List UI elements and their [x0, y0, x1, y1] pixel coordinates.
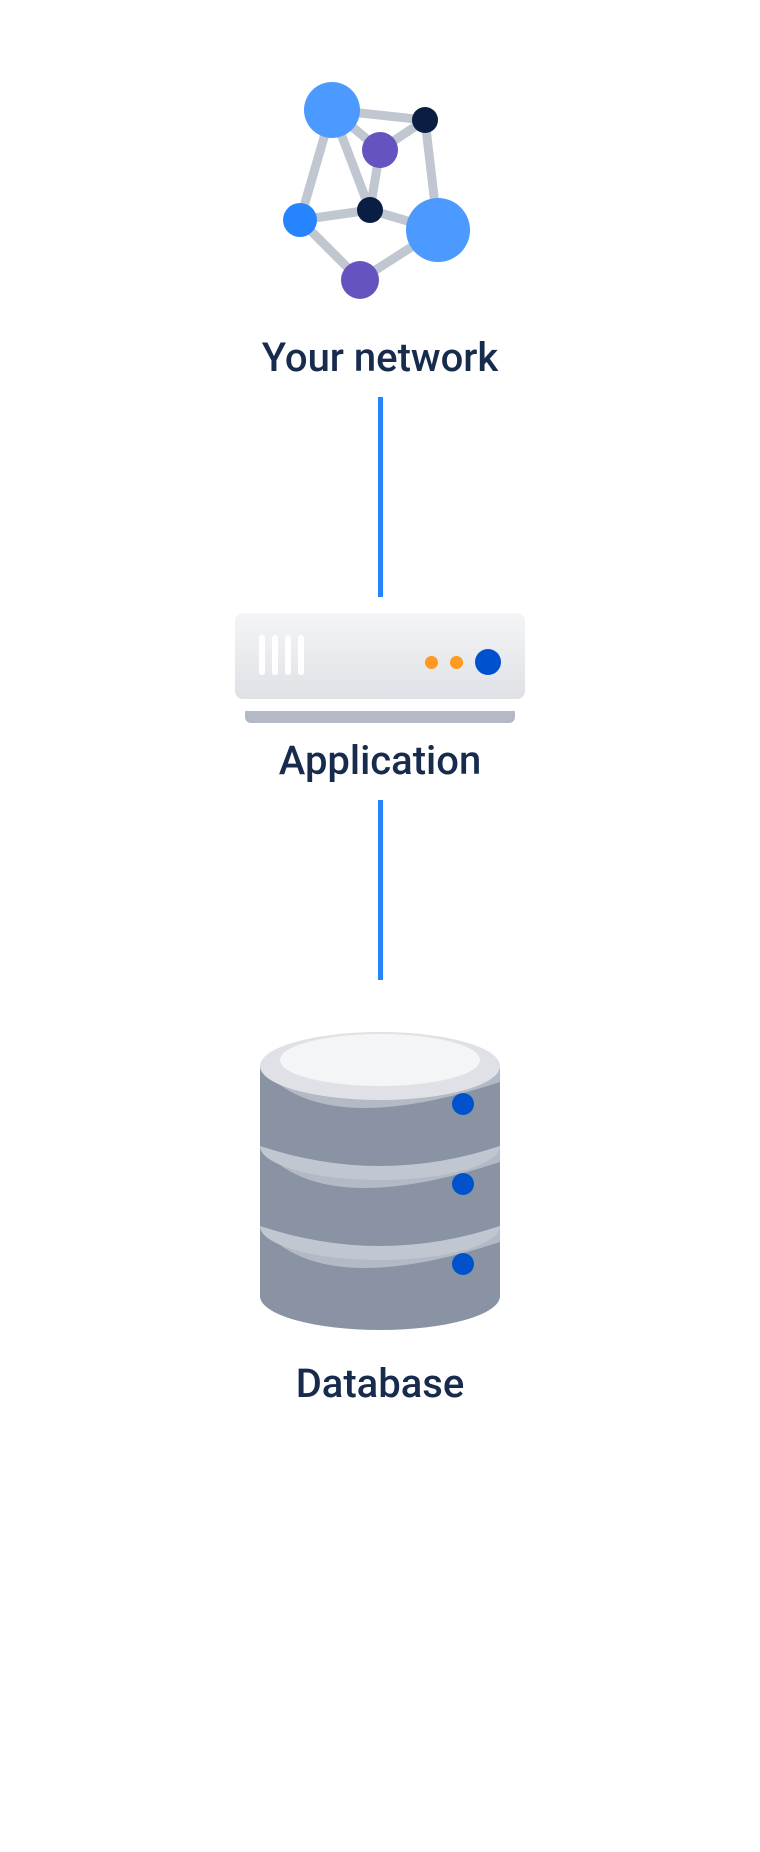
tier-application: Application [235, 613, 525, 784]
network-icon [260, 70, 500, 310]
led-blue-icon [475, 649, 501, 675]
database-label: Database [296, 1360, 465, 1407]
led-orange-icon [425, 656, 438, 669]
database-icon [240, 996, 520, 1336]
server-icon [235, 613, 525, 713]
led-orange-icon [450, 656, 463, 669]
tier-network: Your network [260, 70, 500, 381]
network-label: Your network [262, 334, 499, 381]
connector-2 [378, 800, 383, 980]
connector-1 [378, 397, 383, 597]
application-label: Application [279, 737, 481, 784]
tier-database: Database [240, 996, 520, 1407]
